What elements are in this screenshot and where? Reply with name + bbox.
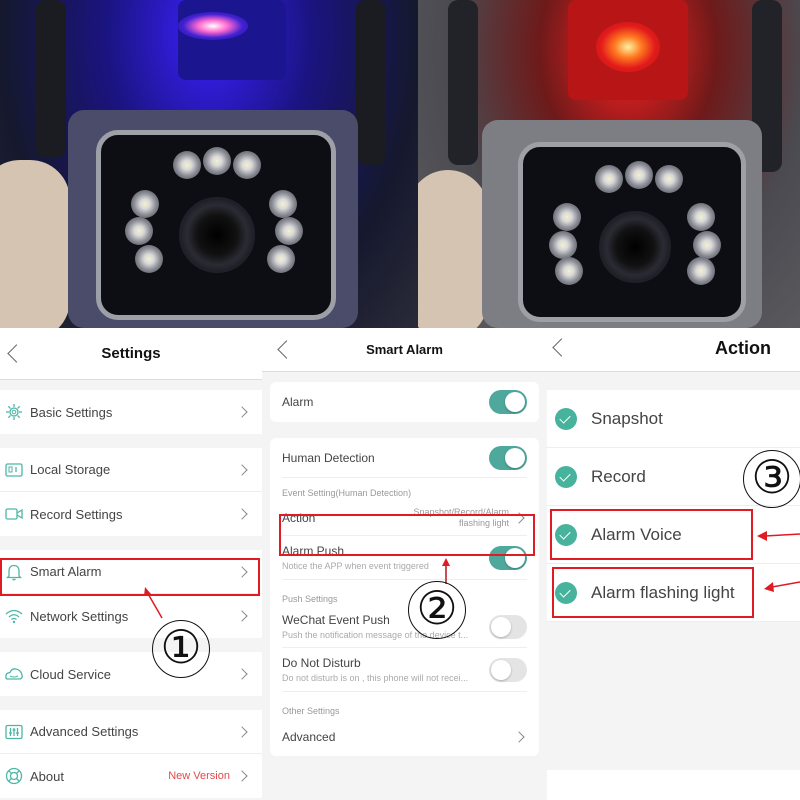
camera-face	[518, 142, 746, 322]
smart-alarm-screen: Smart Alarm Alarm Human Detection Event …	[262, 328, 547, 800]
ir-led	[693, 231, 721, 259]
beacon-housing	[178, 0, 286, 80]
arrow-step3	[757, 531, 800, 592]
camera-photo-red-light	[418, 0, 800, 328]
ir-led	[267, 245, 295, 273]
ir-led	[625, 161, 653, 189]
camera-lens	[179, 197, 255, 273]
camera-lens	[599, 211, 671, 283]
ir-led	[555, 257, 583, 285]
ir-led	[595, 165, 623, 193]
action-screen: Action Snapshot Record Alarm Voice Alarm…	[547, 328, 800, 800]
settings-screen: Settings Basic Settings Local Storage Re…	[0, 328, 262, 800]
ir-led	[687, 203, 715, 231]
ir-led	[269, 190, 297, 218]
ir-led	[135, 245, 163, 273]
ir-led	[125, 217, 153, 245]
ir-led	[203, 147, 231, 175]
beacon-light	[596, 22, 660, 72]
ir-led	[233, 151, 261, 179]
arrow-step2	[442, 558, 450, 584]
camera-photo-blue-light	[0, 0, 418, 328]
ir-led	[549, 231, 577, 259]
step-2-marker: ②	[408, 581, 466, 639]
hand	[418, 170, 488, 328]
camera-face	[96, 130, 336, 320]
ir-led	[131, 190, 159, 218]
hand	[0, 160, 70, 328]
ir-led	[173, 151, 201, 179]
arrow-step1	[144, 587, 163, 619]
ir-led	[275, 217, 303, 245]
ir-led	[655, 165, 683, 193]
step-3-marker: ③	[743, 450, 800, 508]
ir-led	[687, 257, 715, 285]
ir-led	[553, 203, 581, 231]
antenna-right	[356, 0, 386, 165]
antenna-left	[448, 0, 478, 165]
step-1-marker: ①	[152, 620, 210, 678]
beacon-light	[178, 12, 248, 40]
antenna-left	[36, 0, 66, 158]
